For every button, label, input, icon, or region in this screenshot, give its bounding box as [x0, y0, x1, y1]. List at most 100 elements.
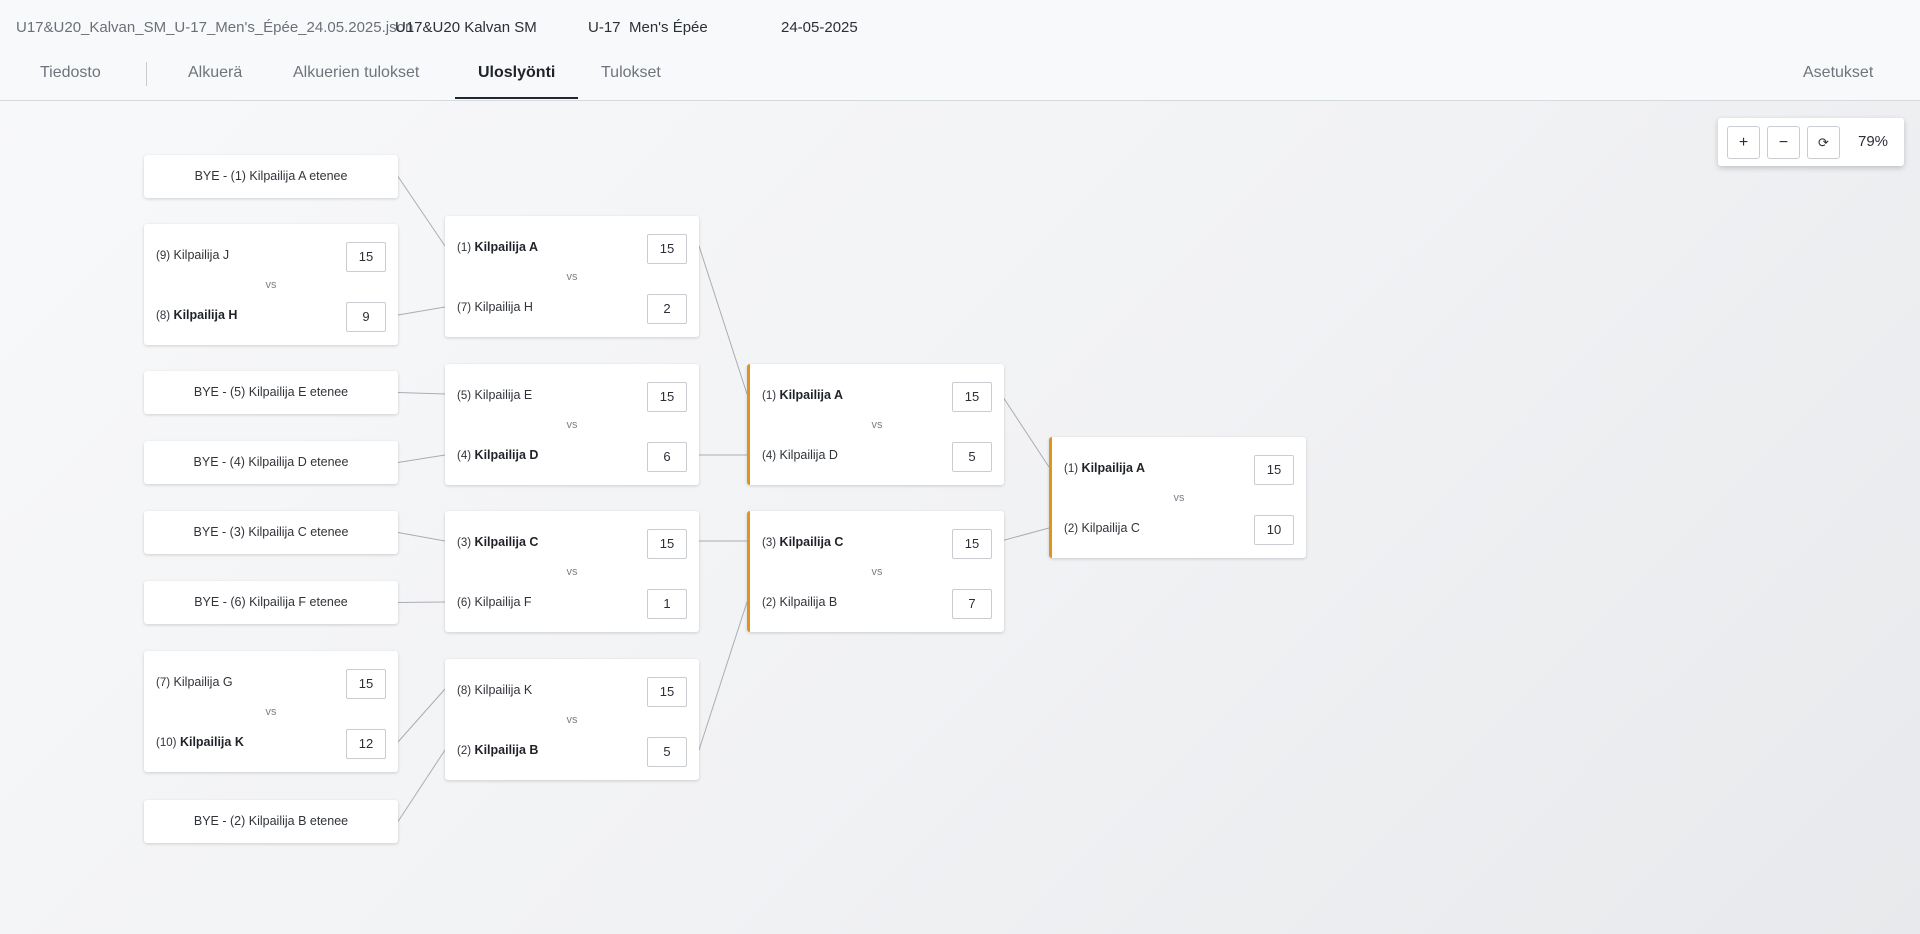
connector-line — [698, 245, 748, 395]
seed-number: (1) — [762, 390, 777, 402]
competitor-name: Kilpailija H — [173, 308, 238, 322]
seed-number: (1) — [457, 242, 472, 254]
competitor-line: (4) Kilpailija D — [762, 448, 838, 462]
competitor-name: Kilpailija A — [474, 240, 538, 254]
competitor-line: (2) Kilpailija B — [762, 595, 837, 609]
score-box[interactable]: 15 — [346, 669, 386, 699]
score-box[interactable]: 15 — [647, 382, 687, 412]
tab-tulokset[interactable]: Tulokset — [601, 64, 661, 82]
seed-number: (8) — [457, 685, 472, 697]
vs-label: vs — [1173, 492, 1185, 504]
vs-label: vs — [566, 714, 578, 726]
score-box[interactable]: 15 — [647, 234, 687, 264]
competitor-name: Kilpailija B — [474, 743, 539, 757]
connector-line — [1000, 527, 1050, 542]
competitor-line: (8) Kilpailija H — [156, 308, 237, 322]
competitor-line: (5) Kilpailija E — [457, 388, 532, 402]
competitor-line: (2) Kilpailija B — [457, 743, 538, 757]
seed-number: (5) — [457, 390, 472, 402]
score-box[interactable]: 15 — [647, 529, 687, 559]
match-card: (3) Kilpailija C 15 vs (6) Kilpailija F 1 — [445, 511, 699, 632]
score-box[interactable]: 12 — [346, 729, 386, 759]
weapon-label: Men's Épée — [629, 19, 708, 36]
tab-tiedosto[interactable]: Tiedosto — [40, 64, 101, 82]
zoom-level: 79% — [1858, 133, 1889, 150]
score-box[interactable]: 15 — [952, 529, 992, 559]
seed-number: (4) — [457, 450, 472, 462]
connector-line — [397, 454, 446, 463]
competitor-line: (10) Kilpailija K — [156, 735, 244, 749]
score-box[interactable]: 5 — [952, 442, 992, 472]
connector-line — [397, 176, 446, 247]
bye-card: BYE - (6) Kilpailija F etenee — [144, 581, 398, 624]
tab-alkuerien-tulokset[interactable]: Alkuerien tulokset — [293, 64, 419, 82]
score-box[interactable]: 1 — [647, 589, 687, 619]
score-box[interactable]: 15 — [346, 242, 386, 272]
competitor-name: Kilpailija D — [474, 448, 539, 462]
tab-alkuera[interactable]: Alkuerä — [188, 64, 242, 82]
seed-number: (1) — [1064, 463, 1079, 475]
connector-line — [397, 749, 446, 822]
match-card: (3) Kilpailija C 15 vs (2) Kilpailija B 7 — [747, 511, 1004, 632]
connector-line — [397, 688, 446, 743]
vs-label: vs — [566, 419, 578, 431]
connector-line — [397, 532, 446, 542]
seed-number: (2) — [457, 745, 472, 757]
bye-card: BYE - (5) Kilpailija E etenee — [144, 371, 398, 414]
refresh-icon[interactable]: ⟳ — [1807, 126, 1840, 159]
score-box[interactable]: 7 — [952, 589, 992, 619]
competitor-line: (7) Kilpailija H — [457, 300, 533, 314]
competitor-name: Kilpailija K — [474, 683, 533, 697]
zoom-in-button[interactable]: + — [1727, 126, 1760, 159]
settings-tab[interactable]: Asetukset — [1803, 64, 1873, 82]
bye-card: BYE - (3) Kilpailija C etenee — [144, 511, 398, 554]
seed-number: (7) — [457, 302, 472, 314]
competitor-name: Kilpailija J — [173, 248, 230, 262]
competitor-name: Kilpailija C — [779, 535, 844, 549]
vs-label: vs — [871, 566, 883, 578]
competitor-line: (9) Kilpailija J — [156, 248, 229, 262]
tab-uloslyonti[interactable]: Uloslyönti — [478, 64, 555, 82]
zoom-out-button[interactable]: − — [1767, 126, 1800, 159]
competitor-name: Kilpailija G — [173, 675, 233, 689]
bye-card: BYE - (2) Kilpailija B etenee — [144, 800, 398, 843]
competitor-name: Kilpailija F — [474, 595, 532, 609]
seed-number: (2) — [1064, 523, 1079, 535]
active-tab-indicator — [455, 97, 578, 99]
connector-line — [1000, 393, 1050, 468]
event-name: U17&U20 Kalvan SM — [395, 19, 537, 36]
score-box[interactable]: 6 — [647, 442, 687, 472]
score-box[interactable]: 15 — [647, 677, 687, 707]
seed-number: (10) — [156, 737, 177, 749]
competitor-name: Kilpailija D — [779, 448, 838, 462]
competitor-name: Kilpailija H — [474, 300, 533, 314]
competitor-line: (3) Kilpailija C — [457, 535, 538, 549]
competitor-line: (4) Kilpailija D — [457, 448, 538, 462]
bye-card: BYE - (1) Kilpailija A etenee — [144, 155, 398, 198]
match-card: (7) Kilpailija G 15 vs (10) Kilpailija K 12 — [144, 651, 398, 772]
vs-label: vs — [265, 706, 277, 718]
score-box[interactable]: 9 — [346, 302, 386, 332]
match-card: (1) Kilpailija A 15 vs (4) Kilpailija D 5 — [747, 364, 1004, 485]
vs-label: vs — [871, 419, 883, 431]
score-box[interactable]: 15 — [1254, 455, 1294, 485]
zoom-controls: + − ⟳ 79% — [1718, 118, 1904, 166]
seed-number: (9) — [156, 250, 171, 262]
competitor-name: Kilpailija E — [474, 388, 533, 402]
competitor-line: (1) Kilpailija A — [1064, 461, 1145, 475]
tab-divider — [146, 62, 147, 86]
seed-number: (4) — [762, 450, 777, 462]
score-box[interactable]: 15 — [952, 382, 992, 412]
bye-card: BYE - (4) Kilpailija D etenee — [144, 441, 398, 484]
match-card: (1) Kilpailija A 15 vs (7) Kilpailija H 2 — [445, 216, 699, 337]
score-box[interactable]: 10 — [1254, 515, 1294, 545]
match-card: (8) Kilpailija K 15 vs (2) Kilpailija B 5 — [445, 659, 699, 780]
score-box[interactable]: 5 — [647, 737, 687, 767]
top-bar: U17&U20_Kalvan_SM_U-17_Men's_Épée_24.05.… — [0, 0, 1920, 101]
match-card: (9) Kilpailija J 15 vs (8) Kilpailija H 9 — [144, 224, 398, 345]
competitor-name: Kilpailija C — [1081, 521, 1140, 535]
competitor-line: (1) Kilpailija A — [762, 388, 843, 402]
vs-label: vs — [566, 566, 578, 578]
seed-number: (3) — [457, 537, 472, 549]
score-box[interactable]: 2 — [647, 294, 687, 324]
